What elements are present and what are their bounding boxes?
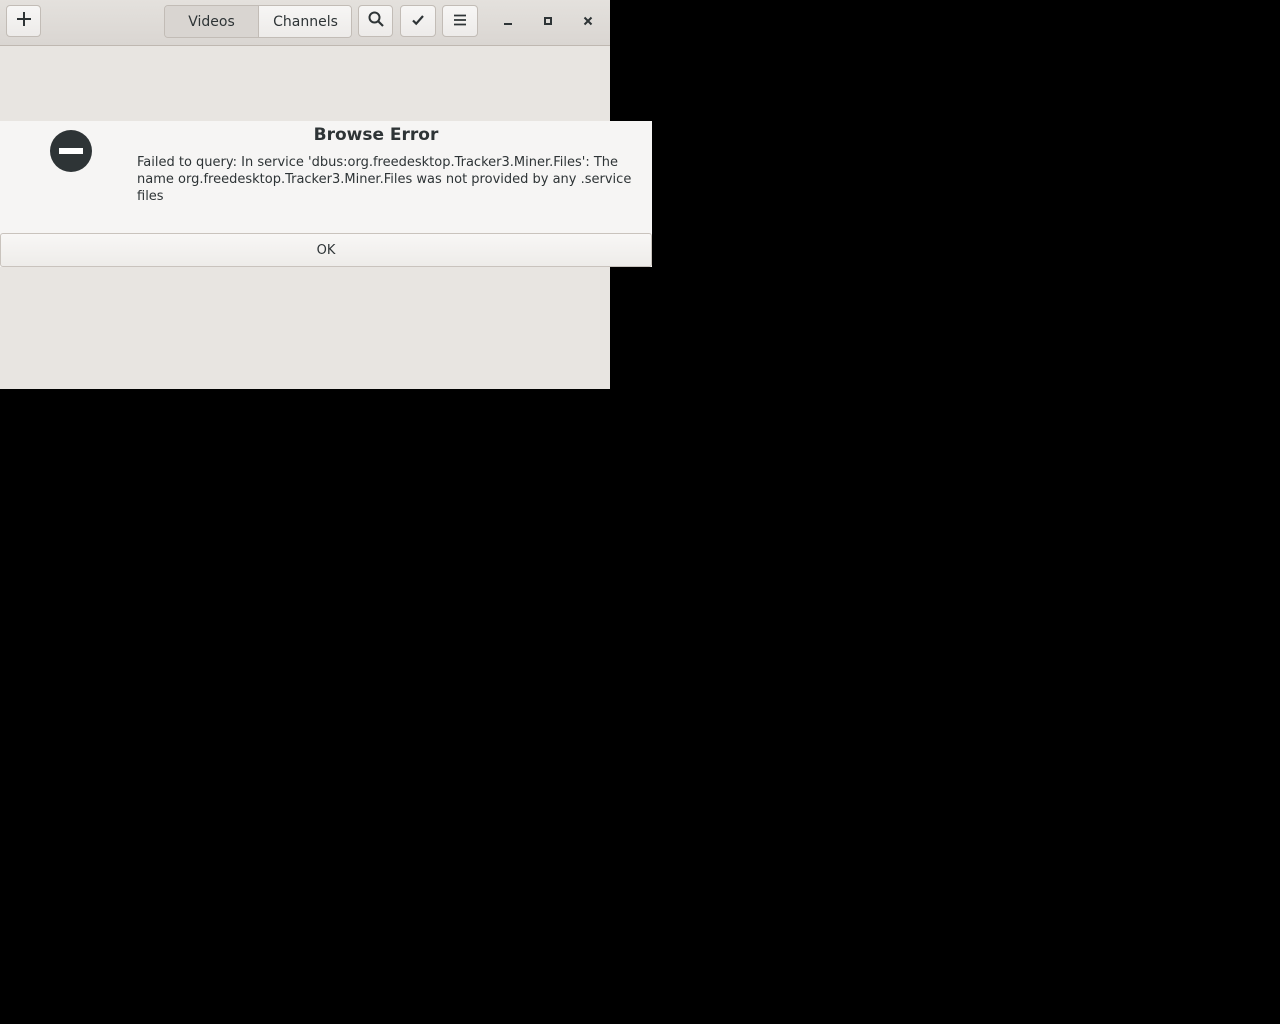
header-bar: Videos Channels: [0, 0, 610, 46]
maximize-icon: [542, 12, 554, 31]
minimize-icon: [502, 12, 514, 31]
browse-error-dialog: Browse Error Failed to query: In service…: [0, 121, 652, 267]
main-menu-button[interactable]: [442, 5, 478, 37]
search-button[interactable]: [358, 5, 393, 37]
ok-button[interactable]: OK: [0, 233, 652, 267]
close-button[interactable]: [575, 8, 601, 34]
minimize-button[interactable]: [495, 8, 521, 34]
maximize-button[interactable]: [535, 8, 561, 34]
error-icon: [50, 130, 92, 172]
plus-icon: [16, 11, 32, 31]
tab-channels[interactable]: Channels: [259, 6, 351, 37]
view-switcher: Videos Channels: [164, 5, 352, 38]
checkmark-icon: [411, 12, 425, 31]
search-icon: [368, 11, 384, 31]
hamburger-menu-icon: [453, 12, 467, 31]
selection-mode-button[interactable]: [400, 5, 436, 37]
add-button[interactable]: [6, 5, 41, 37]
dialog-message: Failed to query: In service 'dbus:org.fr…: [137, 155, 636, 204]
dialog-title: Browse Error: [313, 125, 439, 145]
close-icon: [582, 12, 594, 31]
tab-videos[interactable]: Videos: [165, 6, 259, 37]
